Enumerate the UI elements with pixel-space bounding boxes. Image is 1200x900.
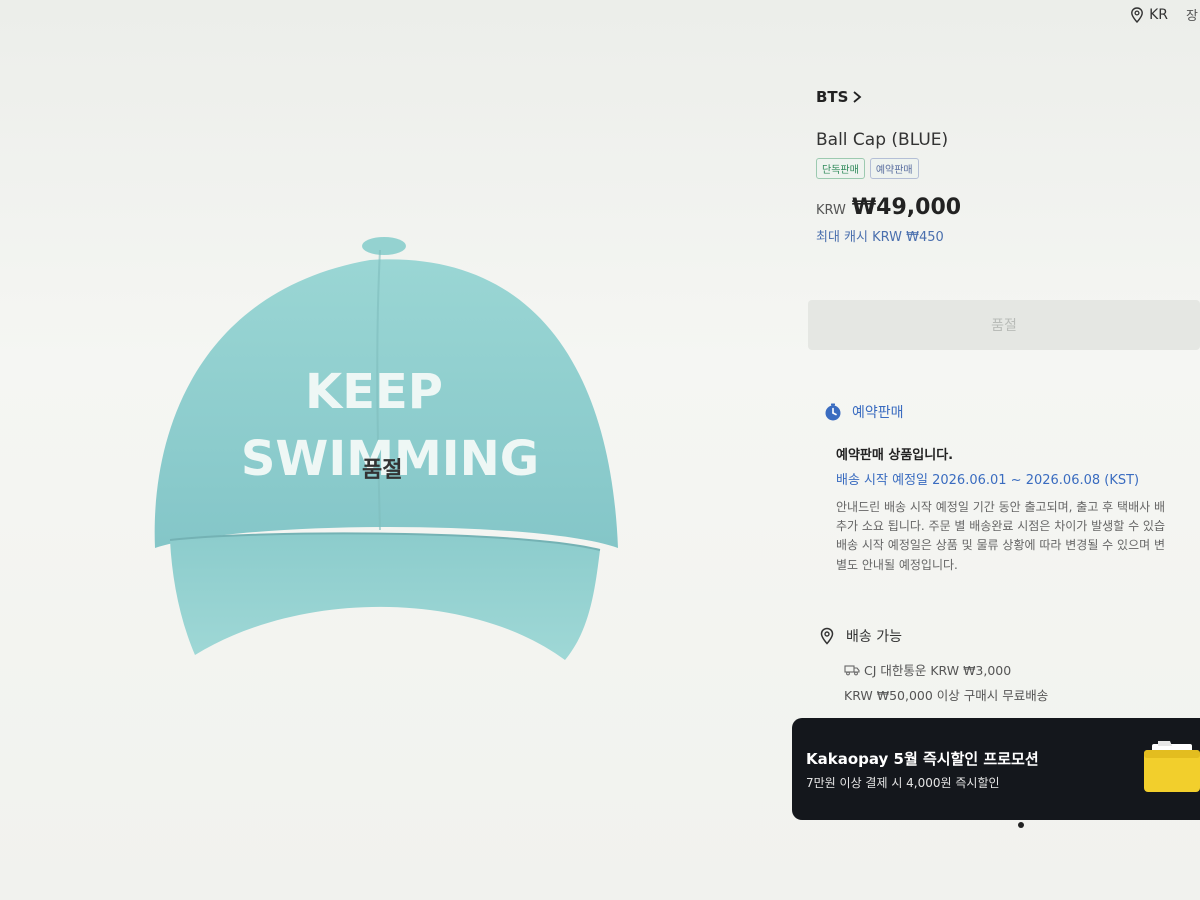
free-shipping-note: KRW ₩50,000 이상 구매시 무료배송: [844, 688, 1049, 703]
region-label: KR: [1149, 7, 1168, 23]
preorder-title: 예약판매: [852, 405, 904, 421]
shipping-section: 배송 가능 CJ 대한통운 KRW ₩3,000 KRW ₩50,000 이상 …: [818, 626, 1200, 704]
price-value: ₩49,000: [851, 195, 962, 220]
price-row: KRW ₩49,000: [816, 195, 1200, 220]
preorder-notice-body: 안내드린 배송 시작 예정일 기간 동안 출고되며, 출고 후 택배사 배 추가…: [836, 498, 1200, 575]
shipping-header: 배송 가능: [818, 626, 1200, 646]
stopwatch-icon: [825, 403, 841, 421]
topbar-menu-cut[interactable]: 장: [1186, 5, 1200, 25]
notice-line: 별도 안내될 예정입니다.: [836, 557, 958, 572]
preorder-section: 예약판매 예약판매 상품입니다. 배송 시작 예정일 2026.06.01 ~ …: [824, 402, 1200, 575]
delivery-truck-icon: [844, 664, 860, 675]
preorder-badge: 예약판매: [869, 158, 919, 179]
max-cash: 최대 캐시 KRW ₩450: [816, 230, 944, 245]
cap-text-line1: KEEP: [305, 364, 443, 420]
badge-row: 단독판매 예약판매: [816, 158, 1200, 179]
shipping-carrier: CJ 대한통운 KRW ₩3,000: [844, 660, 1200, 679]
preorder-header: 예약판매: [824, 402, 1200, 422]
preorder-notice-title: 예약판매 상품입니다.: [836, 448, 954, 463]
shipping-carrier-text: CJ 대한통운 KRW ₩3,000: [864, 663, 1012, 678]
shipping-title: 배송 가능: [846, 629, 902, 645]
notice-line: 추가 소요 됩니다. 주문 별 배송완료 시점은 차이가 발생할 수 있습: [836, 519, 1166, 534]
location-pin-icon: [820, 627, 834, 645]
exclusive-badge: 단독판매: [816, 158, 865, 179]
notice-line: 배송 시작 예정일은 상품 및 물류 상황에 따라 변경될 수 있으며 변: [836, 538, 1166, 553]
top-bar: KR 장: [1080, 0, 1200, 30]
brand-link[interactable]: BTS: [816, 88, 1200, 106]
pagination-dot[interactable]: [1018, 822, 1024, 828]
product-name: Ball Cap (BLUE): [816, 130, 949, 150]
region-selector[interactable]: KR: [1130, 7, 1168, 23]
product-info: BTS Ball Cap (BLUE) 단독판매 예약판매 KRW ₩49,00…: [816, 88, 1200, 245]
banner-pagination: [1018, 822, 1024, 828]
promo-subtitle: 7만원 이상 결제 시 4,000원 즉시할인: [806, 776, 1000, 790]
preorder-ship-date: 배송 시작 예정일 2026.06.01 ~ 2026.06.08 (KST): [836, 473, 1140, 488]
promo-title: Kakaopay 5월 즉시할인 프로모션: [806, 750, 1039, 768]
product-image: KEEP SWIMMING 품절: [0, 0, 790, 900]
notice-line: 안내드린 배송 시작 예정일 기간 동안 출고되며, 출고 후 택배사 배: [836, 500, 1166, 514]
location-pin-icon: [1131, 7, 1143, 23]
sold-out-button[interactable]: 품절: [808, 300, 1200, 350]
price-currency: KRW: [816, 203, 846, 218]
kakaopay-promo-banner[interactable]: Kakaopay 5월 즉시할인 프로모션 7만원 이상 결제 시 4,000원…: [792, 718, 1200, 820]
ball-cap-image: KEEP SWIMMING: [154, 237, 618, 660]
brand-name: BTS: [816, 88, 849, 106]
product-page: KR 장 KEEP SWIMMING 품절 BTS Ball Cap (BLUE…: [0, 0, 1200, 900]
chevron-right-icon: [853, 91, 862, 103]
sold-out-overlay: 품절: [362, 458, 403, 483]
wallet-illustration-icon: [1144, 741, 1200, 792]
